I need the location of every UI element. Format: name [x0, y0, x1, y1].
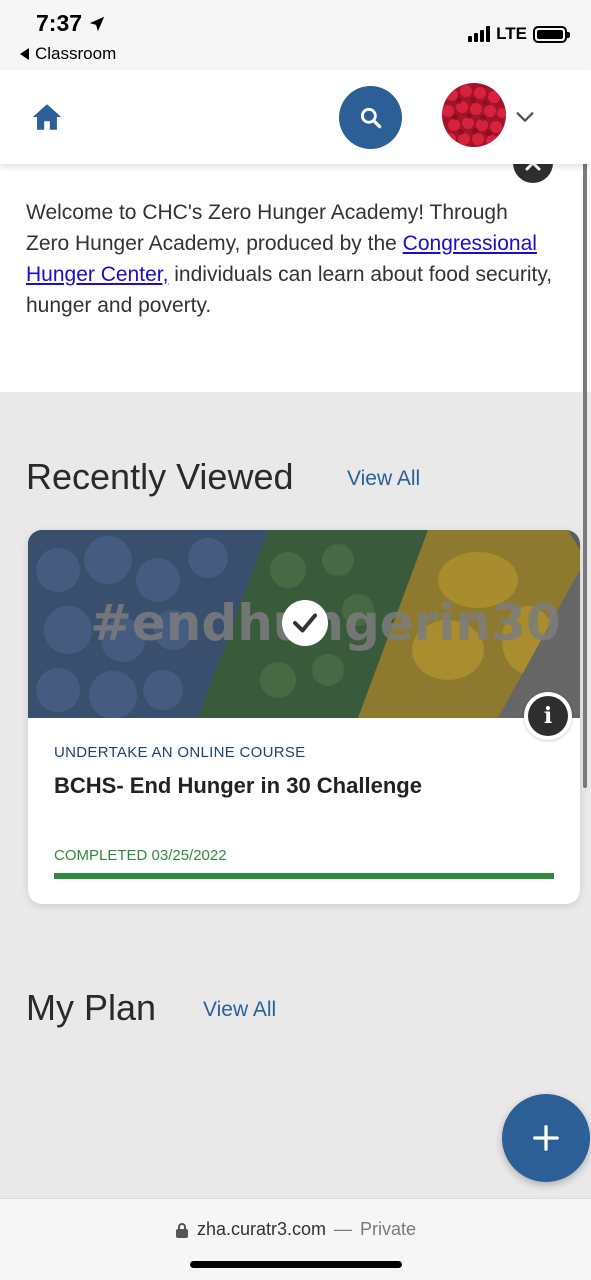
progress-bar: [54, 873, 554, 879]
url-domain: zha.curatr3.com: [196, 1219, 327, 1239]
browser-url-bar[interactable]: zha.curatr3.com — Private: [0, 1198, 591, 1280]
home-indicator[interactable]: [190, 1261, 402, 1268]
course-card[interactable]: #endhungerin30 i UNDERTAKE AN ONLINE COU…: [28, 530, 580, 904]
avatar-image: [442, 83, 506, 147]
scrollbar[interactable]: [583, 140, 587, 788]
welcome-text: Welcome to CHC's Zero Hunger Academy! Th…: [26, 197, 556, 321]
location-arrow-icon: [89, 16, 105, 31]
completed-check-icon: [282, 600, 328, 646]
status-time: 7:37: [36, 10, 106, 37]
battery-icon: [533, 25, 570, 43]
clock-text: 7:37: [36, 10, 83, 36]
home-icon[interactable]: [30, 100, 64, 134]
search-icon: [360, 107, 381, 128]
network-label: LTE: [496, 24, 527, 43]
info-icon: i: [528, 696, 568, 736]
back-to-app-link[interactable]: Classroom: [20, 44, 116, 64]
recently-viewed-view-all-link[interactable]: View All: [347, 467, 420, 491]
recently-viewed-title: Recently Viewed: [26, 456, 294, 497]
my-plan-title: My Plan: [26, 987, 157, 1028]
search-button[interactable]: [339, 86, 402, 149]
app-header: [0, 70, 591, 164]
my-plan-view-all-link[interactable]: View All: [203, 998, 276, 1022]
welcome-section: Welcome to CHC's Zero Hunger Academy! Th…: [0, 164, 591, 392]
back-app-label: Classroom: [35, 44, 117, 63]
chevron-down-icon[interactable]: [514, 106, 536, 128]
url-separator: —: [334, 1219, 353, 1239]
plus-icon: [533, 1125, 559, 1151]
course-thumbnail: #endhungerin30: [28, 530, 580, 718]
status-indicators: LTE: [468, 24, 570, 44]
url-line: zha.curatr3.com — Private: [0, 1219, 591, 1240]
course-title[interactable]: BCHS- End Hunger in 30 Challenge: [54, 773, 422, 799]
avatar[interactable]: [442, 83, 506, 147]
progress-bar-fill: [54, 873, 554, 879]
status-bar: 7:37 Classroom LTE: [0, 0, 591, 70]
add-button[interactable]: [502, 1094, 590, 1182]
completion-status: COMPLETED 03/25/2022: [54, 847, 227, 864]
signal-icon: [468, 26, 491, 42]
info-button[interactable]: i: [524, 692, 572, 740]
private-mode-label: Private: [360, 1219, 417, 1239]
course-type-label: UNDERTAKE AN ONLINE COURSE: [54, 744, 306, 761]
back-triangle-icon: [20, 48, 29, 60]
lock-icon: [175, 1222, 188, 1238]
